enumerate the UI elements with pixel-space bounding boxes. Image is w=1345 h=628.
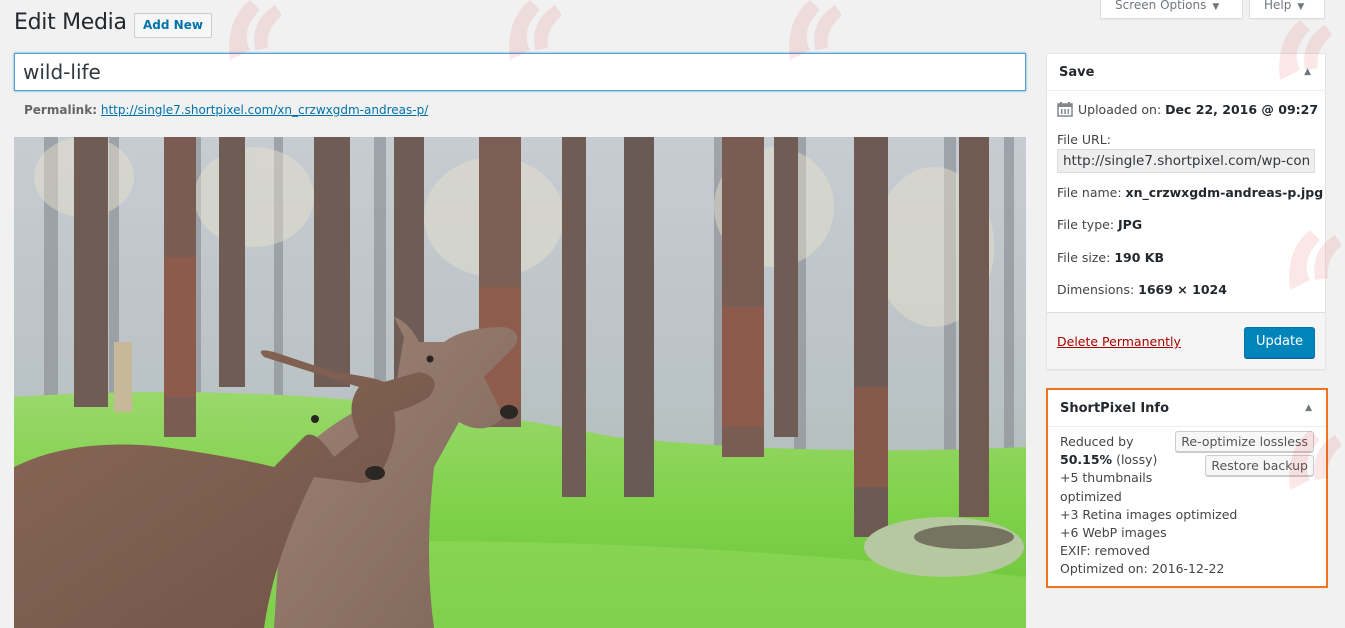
permalink-link[interactable]: http://single7.shortpixel.com/xn_crzwxgd… bbox=[101, 103, 428, 117]
shortpixel-postbox-header[interactable]: ShortPixel Info ▲ bbox=[1048, 390, 1326, 427]
uploaded-value: Dec 22, 2016 @ 09:27 bbox=[1165, 102, 1319, 117]
delete-permanently-link[interactable]: Delete Permanently bbox=[1057, 334, 1181, 349]
help-button[interactable]: Help ▼ bbox=[1249, 0, 1325, 19]
file-type-label: File type: bbox=[1057, 217, 1115, 232]
file-url-label: File URL: bbox=[1057, 131, 1111, 147]
webp-count: +6 WebP images bbox=[1060, 525, 1167, 541]
update-button[interactable]: Update bbox=[1244, 327, 1315, 358]
permalink: Permalink: http://single7.shortpixel.com… bbox=[24, 103, 428, 117]
dimensions-label: Dimensions: bbox=[1057, 282, 1135, 297]
file-name-row: File name: xn_crzwxgdm-andreas-p.jpg bbox=[1057, 177, 1323, 210]
media-image bbox=[14, 137, 1026, 628]
dimensions-row: Dimensions: 1669 × 1024 bbox=[1057, 274, 1315, 307]
shortpixel-info-postbox: ShortPixel Info ▲ Reduced by 50.15% (los… bbox=[1046, 388, 1328, 588]
file-size-row: File size: 190 KB bbox=[1057, 242, 1315, 275]
reoptimize-lossless-button[interactable]: Re-optimize lossless bbox=[1175, 431, 1314, 452]
file-size-value: 190 KB bbox=[1114, 249, 1164, 265]
compression-mode: (lossy) bbox=[1116, 452, 1158, 468]
file-type-value: JPG bbox=[1118, 217, 1143, 232]
save-postbox: Save ▲ Uploaded on: Dec 22, 2016 @ 09:27… bbox=[1046, 53, 1326, 370]
permalink-label: Permalink: bbox=[24, 103, 98, 117]
screen-options-button[interactable]: Screen Options ▼ bbox=[1100, 0, 1243, 19]
save-postbox-title: Save bbox=[1059, 65, 1095, 80]
caret-down-icon: ▼ bbox=[1212, 2, 1220, 12]
screen-options-label: Screen Options bbox=[1115, 0, 1207, 12]
save-misc-actions: Uploaded on: Dec 22, 2016 @ 09:27 File U… bbox=[1047, 94, 1325, 307]
title-input[interactable] bbox=[14, 53, 1026, 91]
calendar-icon bbox=[1057, 97, 1073, 117]
shortpixel-postbox-title: ShortPixel Info bbox=[1060, 401, 1170, 416]
major-publishing-actions: Delete Permanently Update bbox=[1047, 312, 1325, 369]
reduced-percent: 50.15% bbox=[1060, 452, 1113, 468]
file-type-row: File type: JPG bbox=[1057, 209, 1315, 242]
restore-backup-button[interactable]: Restore backup bbox=[1205, 455, 1314, 476]
shortpixel-details: Reduced by 50.15% (lossy) +5 thumbnails … bbox=[1048, 427, 1326, 585]
caret-down-icon: ▼ bbox=[1297, 2, 1305, 12]
file-name-value: xn_crzwxgdm-andreas-p.jpg bbox=[1125, 184, 1324, 200]
collapse-arrow-icon[interactable]: ▲ bbox=[1304, 54, 1311, 91]
exif-status: EXIF: removed bbox=[1060, 543, 1150, 559]
help-label: Help bbox=[1264, 0, 1292, 12]
file-url-field[interactable] bbox=[1057, 148, 1315, 173]
save-postbox-header[interactable]: Save ▲ bbox=[1047, 54, 1325, 91]
add-new-button[interactable]: Add New bbox=[134, 13, 212, 38]
file-name-label: File name: bbox=[1057, 184, 1122, 200]
thumbnails-status: optimized bbox=[1060, 488, 1122, 504]
add-new-label: Add New bbox=[143, 18, 203, 32]
page-title: Edit Media bbox=[14, 10, 127, 35]
file-size-label: File size: bbox=[1057, 249, 1111, 265]
uploaded-label: Uploaded on: bbox=[1078, 102, 1162, 117]
optimized-date: Optimized on: 2016-12-22 bbox=[1060, 561, 1225, 577]
uploaded-on-row: Uploaded on: Dec 22, 2016 @ 09:27 bbox=[1057, 94, 1319, 127]
collapse-arrow-icon[interactable]: ▲ bbox=[1305, 390, 1312, 427]
dimensions-value: 1669 × 1024 bbox=[1138, 282, 1227, 297]
retina-count: +3 Retina images optimized bbox=[1060, 506, 1238, 522]
